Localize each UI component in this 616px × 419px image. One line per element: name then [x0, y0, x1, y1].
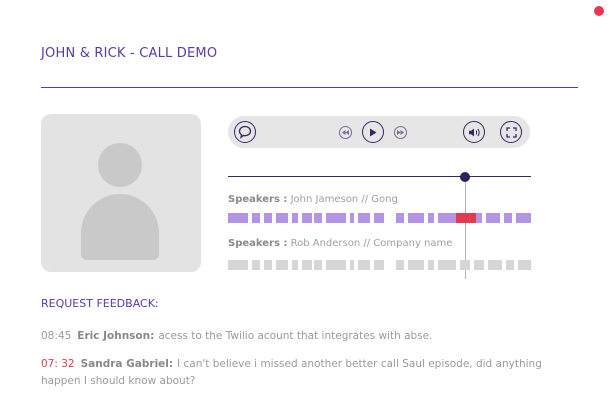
title-divider: [41, 87, 578, 88]
track-segment[interactable]: [314, 260, 322, 270]
page-title: JOHN & RICK - CALL DEMO: [41, 46, 218, 61]
volume-icon: [468, 128, 480, 136]
forward-button[interactable]: [394, 125, 407, 139]
speaker-1-prefix: Speakers :: [228, 194, 288, 205]
track-segment[interactable]: [460, 260, 470, 270]
timeline-bar[interactable]: [228, 176, 531, 177]
track-segment[interactable]: [358, 260, 370, 270]
avatar-body: [81, 194, 159, 260]
play-button[interactable]: [362, 121, 384, 143]
track-segment[interactable]: [264, 260, 272, 270]
track-segment[interactable]: [486, 213, 500, 223]
playhead-handle[interactable]: [460, 172, 470, 182]
track-segment[interactable]: [428, 213, 434, 223]
track-segment[interactable]: [326, 213, 346, 223]
track-segment[interactable]: [516, 213, 531, 223]
comment-author: Eric Johnson:: [77, 330, 155, 342]
track-segment[interactable]: [228, 260, 248, 270]
speaker-2-track[interactable]: [228, 260, 531, 270]
track-segment[interactable]: [428, 260, 434, 270]
track-segment[interactable]: [438, 213, 456, 223]
track-segment[interactable]: [488, 260, 502, 270]
fast-forward-icon: [397, 129, 404, 135]
track-segment[interactable]: [506, 260, 514, 270]
player-controls: [228, 116, 530, 148]
track-segment[interactable]: [350, 260, 354, 270]
speaker-1-track[interactable]: [228, 213, 531, 223]
track-segment[interactable]: [408, 260, 424, 270]
track-segment[interactable]: [228, 213, 248, 223]
track-segment[interactable]: [326, 260, 346, 270]
speaker-1-name: John Jameson // Gong: [287, 194, 398, 205]
comment-timestamp[interactable]: 07: 32: [41, 358, 75, 370]
track-segment[interactable]: [504, 213, 512, 223]
track-segment[interactable]: [292, 260, 298, 270]
fullscreen-icon: [505, 126, 517, 138]
track-segment[interactable]: [374, 213, 384, 223]
speaker-2-label: Speakers : Rob Anderson // Company name: [228, 238, 452, 249]
track-segment[interactable]: [276, 213, 288, 223]
track-segment[interactable]: [350, 213, 354, 223]
track-segment[interactable]: [438, 260, 456, 270]
track-segment[interactable]: [396, 213, 404, 223]
play-icon: [370, 128, 377, 136]
speaker-1-label: Speakers : John Jameson // Gong: [228, 194, 398, 205]
track-segment[interactable]: [374, 260, 384, 270]
track-segment[interactable]: [276, 260, 288, 270]
recording-indicator: [594, 6, 604, 16]
avatar: [41, 114, 201, 272]
comment-text: acess to the Twilio acount that integrat…: [158, 330, 433, 342]
rewind-button[interactable]: [339, 125, 352, 139]
track-segment[interactable]: [292, 213, 298, 223]
comment-item: 08:45 Eric Johnson: acess to the Twilio ac…: [41, 328, 581, 345]
track-segment[interactable]: [474, 260, 484, 270]
track-segment[interactable]: [252, 260, 260, 270]
fullscreen-button[interactable]: [500, 121, 522, 143]
rewind-icon: [342, 129, 349, 135]
feedback-heading: REQUEST FEEDBACK:: [41, 297, 159, 310]
avatar-head: [98, 143, 142, 187]
comment-author: Sandra Gabriel:: [80, 358, 174, 370]
comment-timestamp[interactable]: 08:45: [41, 330, 71, 342]
track-segment[interactable]: [302, 213, 312, 223]
track-segment[interactable]: [396, 260, 404, 270]
track-segment[interactable]: [314, 213, 322, 223]
track-segment-active[interactable]: [456, 213, 476, 223]
track-segment[interactable]: [358, 213, 370, 223]
track-segment[interactable]: [264, 213, 272, 223]
track-segment[interactable]: [518, 260, 531, 270]
comment-item: 07: 32 Sandra Gabriel: I can't believe i m…: [41, 356, 581, 390]
track-segment[interactable]: [252, 213, 260, 223]
speaker-2-name: Rob Anderson // Company name: [287, 238, 453, 249]
comment-button[interactable]: [234, 121, 256, 143]
speaker-2-prefix: Speakers :: [228, 238, 288, 249]
volume-button[interactable]: [463, 121, 485, 143]
track-segment[interactable]: [408, 213, 424, 223]
track-segment[interactable]: [476, 213, 482, 223]
track-segment[interactable]: [302, 260, 312, 270]
speech-bubble-icon: [238, 125, 252, 139]
